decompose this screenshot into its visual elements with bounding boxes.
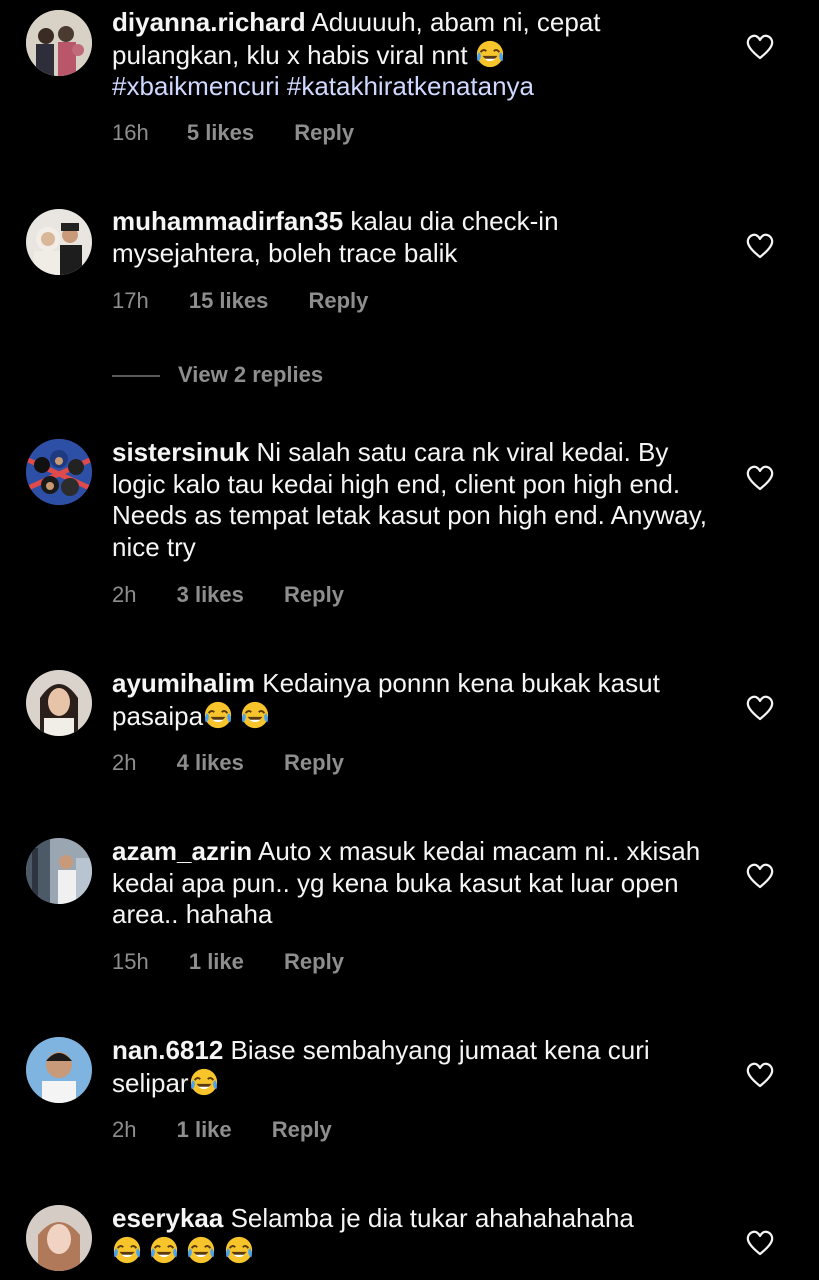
comment-likes[interactable]: 1 like — [177, 1117, 232, 1143]
comment-username[interactable]: nan.6812 — [112, 1035, 223, 1065]
comment-text: nan.6812 Biase sembahyang jumaat kena cu… — [112, 1035, 712, 1099]
comment-time: 2h — [112, 582, 137, 607]
laughing-emoji-icon — [186, 1235, 216, 1265]
heart-icon[interactable] — [745, 1229, 775, 1257]
comment-text: eserykaa Selamba je dia tukar ahahahahah… — [112, 1203, 712, 1267]
comment-text: sistersinuk Ni salah satu cara nk viral … — [112, 437, 712, 563]
avatar[interactable] — [26, 670, 92, 736]
laughing-emoji-icon — [224, 1235, 254, 1265]
heart-icon[interactable] — [745, 694, 775, 722]
reply-button[interactable]: Reply — [284, 949, 344, 975]
comment-username[interactable]: muhammadirfan35 — [112, 206, 343, 236]
laughing-emoji-icon — [240, 700, 270, 730]
view-replies-label: View 2 replies — [178, 362, 324, 387]
comment-likes[interactable]: 3 likes — [177, 582, 244, 608]
comment-likes[interactable]: 15 likes — [189, 288, 269, 314]
heart-icon[interactable] — [745, 464, 775, 492]
reply-button[interactable]: Reply — [294, 120, 354, 146]
reply-button[interactable]: Reply — [272, 1117, 332, 1143]
comment-likes[interactable]: 4 likes — [177, 750, 244, 776]
comment-meta: 16h 5 likes Reply — [112, 120, 354, 146]
comment-username[interactable]: azam_azrin — [112, 836, 252, 866]
comment-text: diyanna.richard Aduuuuh, abam ni, cepat … — [112, 7, 712, 103]
comment-username[interactable]: eserykaa — [112, 1203, 223, 1233]
comment-time: 2h — [112, 750, 137, 775]
comment-meta: 15h 1 like Reply — [112, 949, 344, 975]
comment-username[interactable]: ayumihalim — [112, 668, 255, 698]
comment-time: 2h — [112, 1117, 137, 1142]
avatar[interactable] — [26, 1037, 92, 1103]
comment-username[interactable]: diyanna.richard — [112, 7, 306, 37]
comment-meta: 2h 3 likes Reply — [112, 582, 344, 608]
heart-icon[interactable] — [745, 33, 775, 61]
comment-body: Selamba je dia tukar ahahahahaha — [230, 1203, 634, 1233]
comment-time: 15h — [112, 949, 149, 974]
laughing-emoji-icon — [149, 1235, 179, 1265]
reply-button[interactable]: Reply — [284, 582, 344, 608]
reply-button[interactable]: Reply — [284, 750, 344, 776]
avatar[interactable] — [26, 439, 92, 505]
comment-hashtags[interactable]: #xbaikmencuri #katakhiratkenatanya — [112, 71, 534, 101]
comment-username[interactable]: sistersinuk — [112, 437, 249, 467]
laughing-emoji-icon — [203, 700, 233, 730]
laughing-emoji-icon — [189, 1067, 219, 1097]
comment-meta: 2h 1 like Reply — [112, 1117, 332, 1143]
comment-time: 17h — [112, 288, 149, 313]
replies-divider — [112, 375, 160, 378]
comment-meta: 2h 4 likes Reply — [112, 750, 344, 776]
avatar[interactable] — [26, 209, 92, 275]
comment-text: azam_azrin Auto x masuk kedai macam ni..… — [112, 836, 712, 931]
avatar[interactable] — [26, 838, 92, 904]
heart-icon[interactable] — [745, 862, 775, 890]
laughing-emoji-icon — [112, 1235, 142, 1265]
heart-icon[interactable] — [745, 1061, 775, 1089]
reply-button[interactable]: Reply — [308, 288, 368, 314]
avatar[interactable] — [26, 1205, 92, 1271]
heart-icon[interactable] — [745, 232, 775, 260]
comment-likes[interactable]: 5 likes — [187, 120, 254, 146]
comment-likes[interactable]: 1 like — [189, 949, 244, 975]
comment-text: muhammadirfan35 kalau dia check-in mysej… — [112, 206, 712, 269]
laughing-emoji-icon — [475, 39, 505, 69]
comment-text: ayumihalim Kedainya ponnn kena bukak kas… — [112, 668, 712, 732]
comment-time: 16h — [112, 120, 149, 145]
avatar[interactable] — [26, 10, 92, 76]
view-replies-button[interactable]: View 2 replies — [112, 362, 323, 388]
comment-meta: 17h 15 likes Reply — [112, 288, 368, 314]
